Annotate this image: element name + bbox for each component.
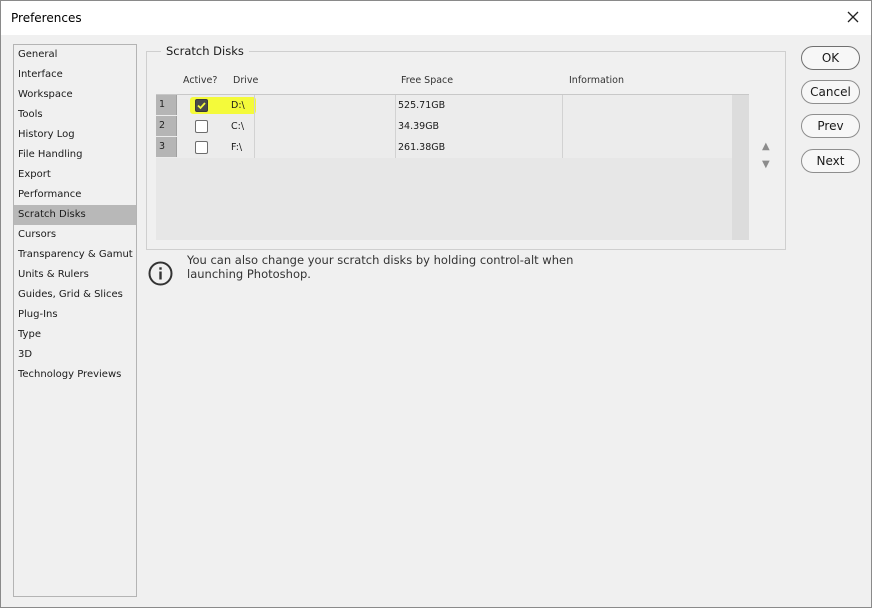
- table-row[interactable]: 1 D:\ 525.71GB: [156, 95, 732, 116]
- column-divider: [562, 95, 563, 158]
- column-header-free-space: Free Space: [401, 75, 454, 86]
- column-divider: [254, 95, 255, 158]
- table-row[interactable]: 2 C:\ 34.39GB: [156, 116, 732, 137]
- column-header-drive: Drive: [233, 75, 259, 86]
- sidebar-item-units-rulers[interactable]: Units & Rulers: [14, 265, 136, 285]
- free-space-cell: 261.38GB: [398, 142, 446, 153]
- prev-button[interactable]: Prev: [801, 114, 860, 138]
- free-space-cell: 34.39GB: [398, 121, 440, 132]
- sidebar-item-general[interactable]: General: [14, 45, 136, 65]
- sidebar-item-tools[interactable]: Tools: [14, 105, 136, 125]
- sidebar-item-history-log[interactable]: History Log: [14, 125, 136, 145]
- row-number: 2: [156, 116, 177, 136]
- sidebar-item-performance[interactable]: Performance: [14, 185, 136, 205]
- info-icon: [148, 261, 173, 286]
- sidebar-item-guides-grid-slices[interactable]: Guides, Grid & Slices: [14, 285, 136, 305]
- move-down-icon[interactable]: ▼: [762, 159, 770, 170]
- cancel-button[interactable]: Cancel: [801, 80, 860, 104]
- table-row[interactable]: 3 F:\ 261.38GB: [156, 137, 732, 158]
- active-checkbox[interactable]: [195, 120, 208, 133]
- sidebar-item-cursors[interactable]: Cursors: [14, 225, 136, 245]
- column-divider: [395, 95, 396, 158]
- active-checkbox[interactable]: [195, 99, 208, 112]
- preferences-sidebar: General Interface Workspace Tools Histor…: [13, 44, 137, 597]
- window-title: Preferences: [11, 11, 82, 25]
- sidebar-item-technology-previews[interactable]: Technology Previews: [14, 365, 136, 385]
- close-icon[interactable]: [845, 9, 861, 25]
- sidebar-item-scratch-disks[interactable]: Scratch Disks: [14, 205, 136, 225]
- drive-cell: D:\: [231, 100, 245, 111]
- group-title: Scratch Disks: [161, 44, 249, 58]
- preferences-dialog: Preferences General Interface Workspace …: [0, 0, 872, 608]
- checkmark-icon: [197, 102, 206, 110]
- sidebar-item-interface[interactable]: Interface: [14, 65, 136, 85]
- row-number: 1: [156, 95, 177, 115]
- sidebar-item-workspace[interactable]: Workspace: [14, 85, 136, 105]
- sidebar-item-type[interactable]: Type: [14, 325, 136, 345]
- column-header-active: Active?: [183, 75, 218, 86]
- title-bar: Preferences: [1, 1, 871, 35]
- column-header-information: Information: [569, 75, 624, 86]
- sidebar-item-transparency-gamut[interactable]: Transparency & Gamut: [14, 245, 136, 265]
- table-scrollbar[interactable]: [732, 95, 749, 240]
- next-button[interactable]: Next: [801, 149, 860, 173]
- ok-button[interactable]: OK: [801, 46, 860, 70]
- sidebar-item-export[interactable]: Export: [14, 165, 136, 185]
- move-up-icon[interactable]: ▲: [762, 141, 770, 152]
- sidebar-item-file-handling[interactable]: File Handling: [14, 145, 136, 165]
- scratch-disk-hint: You can also change your scratch disks b…: [187, 253, 574, 281]
- free-space-cell: 525.71GB: [398, 100, 446, 111]
- scratch-disk-table: 1 D:\ 525.71GB 2 C:\ 34.39GB 3 F:\ 261.3…: [156, 94, 749, 240]
- sidebar-item-plug-ins[interactable]: Plug-Ins: [14, 305, 136, 325]
- sidebar-item-3d[interactable]: 3D: [14, 345, 136, 365]
- row-number: 3: [156, 137, 177, 157]
- drive-cell: F:\: [231, 142, 243, 153]
- active-checkbox[interactable]: [195, 141, 208, 154]
- drive-cell: C:\: [231, 121, 245, 132]
